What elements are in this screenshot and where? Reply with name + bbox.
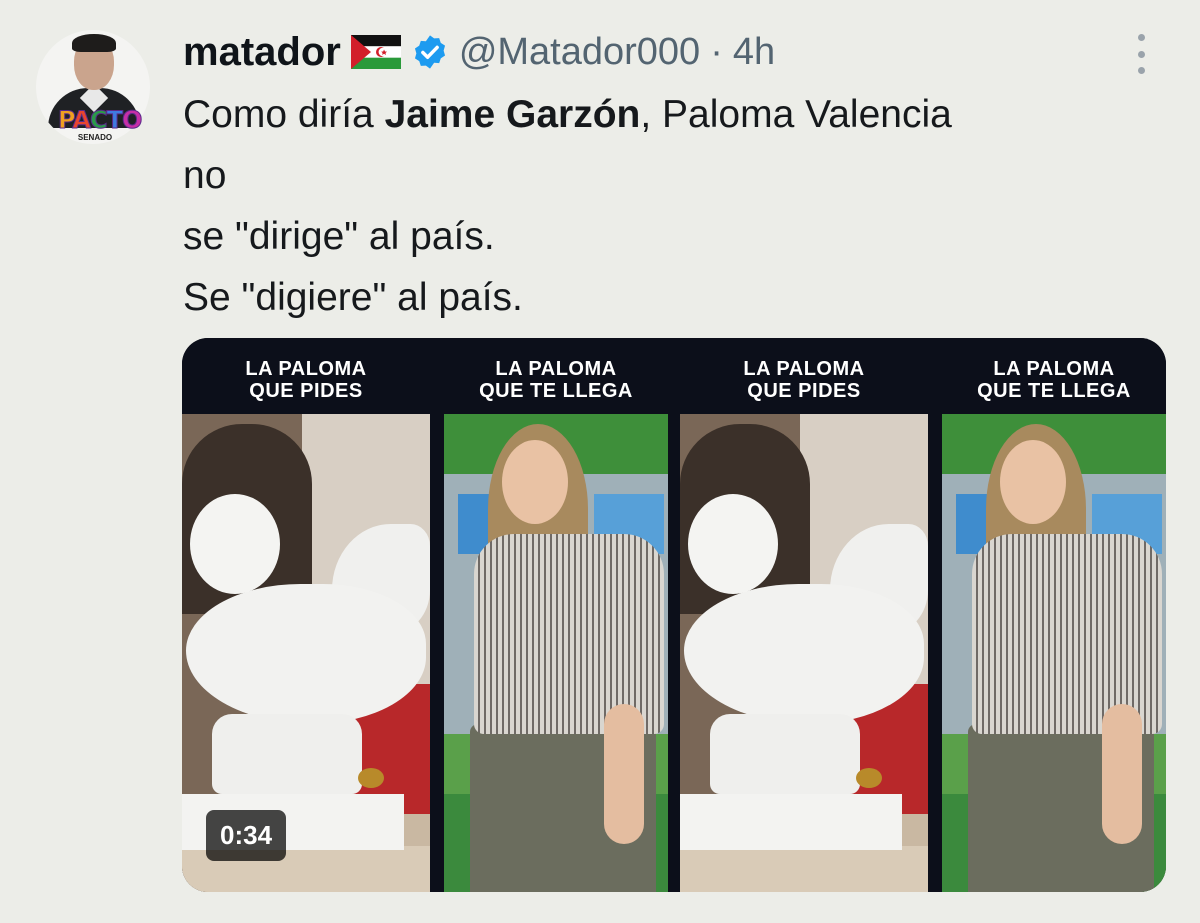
party-logo-name: PACTO [57,106,142,134]
verified-badge-icon [411,33,449,71]
tweet-line-3: se "dirige" al país. [183,215,495,258]
person-photo [444,414,668,892]
caption-right: LA PALOMA QUE TE LLEGA [942,358,1166,402]
person-photo [942,414,1166,892]
caption-line: LA PALOMA [245,358,367,380]
tweet-text-segment: Como diría [183,93,385,136]
media-half-person: LA PALOMA QUE TE LLEGA [942,338,1166,892]
tweet-line-4: Se "digiere" al país. [183,276,523,319]
media-half-dove: LA PALOMA QUE PIDES [680,338,928,892]
dove-sculpture-image [680,414,928,892]
caption-right: LA PALOMA QUE TE LLEGA [444,358,668,402]
media-half-person: LA PALOMA QUE TE LLEGA [444,338,668,892]
media-video[interactable]: LA PALOMA QUE PIDES LA PALOMA QUE TE LLE… [182,338,668,892]
separator-dot: · [710,30,723,73]
tweet-header: matador @Matador000 · 4h [183,26,775,78]
timestamp[interactable]: 4h [733,31,775,74]
caption-line: QUE PIDES [747,380,861,402]
more-dot [1137,67,1145,74]
tweet-text: Como diría Jaime Garzón, Paloma Valencia… [183,84,1143,328]
caption-left: LA PALOMA QUE PIDES [182,358,430,402]
caption-left: LA PALOMA QUE PIDES [680,358,928,402]
tweet: PACTO SENADO matador @Matador000 · 4h Co… [0,0,1200,923]
video-duration-badge: 0:34 [206,810,287,861]
caption-line: LA PALOMA [495,358,617,380]
party-logo-subtext: SENADO [77,133,113,142]
media-image[interactable]: LA PALOMA QUE PIDES LA PALOMA QUE TE LLE… [680,338,1166,892]
tweet-line-1: Como diría Jaime Garzón, Paloma Valencia [183,84,1143,145]
avatar-hair [72,34,116,52]
display-name[interactable]: matador [183,30,341,75]
more-options-icon[interactable] [1132,34,1150,74]
party-logo: PACTO SENADO [57,106,142,143]
more-dot [1137,34,1145,41]
media-container: LA PALOMA QUE PIDES LA PALOMA QUE TE LLE… [182,338,1166,892]
media-half-dove: LA PALOMA QUE PIDES [182,338,430,892]
caption-line: QUE TE LLEGA [977,380,1131,402]
tweet-text-bold: Jaime Garzón [384,93,641,136]
caption-line: QUE TE LLEGA [479,380,633,402]
caption-line: LA PALOMA [993,358,1115,380]
western-sahara-flag-icon [350,35,401,69]
caption-line: QUE PIDES [249,380,363,402]
tweet-line-2: no [183,154,227,197]
tweet-text-segment: , Paloma Valencia [640,93,952,136]
handle[interactable]: @Matador000 [459,31,700,74]
more-dot [1137,50,1145,58]
caption-line: LA PALOMA [743,358,865,380]
